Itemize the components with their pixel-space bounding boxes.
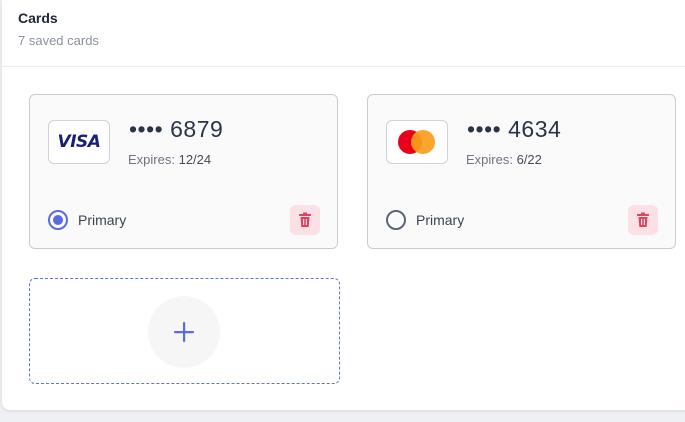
card-expiry: Expires: 6/22 <box>466 152 542 167</box>
panel-header: Cards 7 saved cards <box>2 0 685 67</box>
primary-label: Primary <box>416 212 465 228</box>
card-expiry-label: Expires: <box>128 152 175 167</box>
add-card-button[interactable] <box>29 278 340 384</box>
card-last4: 6879 <box>170 116 224 142</box>
panel-subtitle: 7 saved cards <box>18 33 99 48</box>
card-expiry-value: 6/22 <box>516 152 542 167</box>
plus-icon <box>174 322 194 342</box>
primary-radio-unselected[interactable] <box>386 210 406 230</box>
mastercard-circles <box>398 130 436 154</box>
card-number: •••• 6879 <box>129 116 223 143</box>
visa-logo-icon: VISA <box>48 120 110 164</box>
card-expiry: Expires: 12/24 <box>128 152 211 167</box>
panel-title: Cards <box>18 10 58 26</box>
card-number-dots: •••• <box>467 116 502 142</box>
delete-card-button[interactable] <box>628 205 658 235</box>
trash-icon <box>637 212 649 227</box>
visa-logo-text: VISA <box>57 132 101 152</box>
primary-radio-selected[interactable] <box>48 210 68 230</box>
mastercard-logo-icon <box>386 120 448 164</box>
card-expiry-label: Expires: <box>466 152 513 167</box>
card-expiry-value: 12/24 <box>178 152 212 167</box>
cards-panel: Cards 7 saved cards VISA •••• 6879 Expir… <box>2 0 685 410</box>
card-number-dots: •••• <box>129 116 164 142</box>
card-last4: 4634 <box>508 116 562 142</box>
primary-label: Primary <box>78 212 127 228</box>
add-card-circle[interactable] <box>148 296 220 368</box>
trash-icon <box>299 212 311 227</box>
card-number: •••• 4634 <box>467 116 561 143</box>
card-item-visa[interactable]: VISA •••• 6879 Expires: 12/24 Primary <box>29 94 338 249</box>
delete-card-button[interactable] <box>290 205 320 235</box>
card-item-mastercard[interactable]: •••• 4634 Expires: 6/22 Primary <box>367 94 676 249</box>
